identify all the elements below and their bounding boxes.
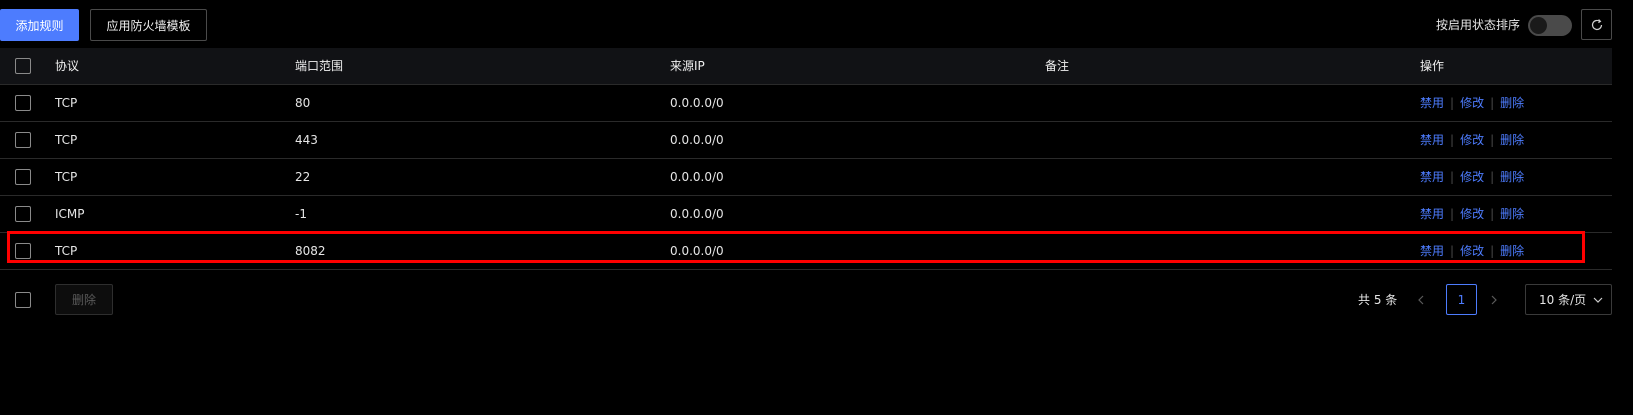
toolbar: 添加规则 应用防火墙模板 按启用状态排序	[0, 9, 1633, 41]
actions-cell: 禁用 | 修改 | 删除	[1420, 122, 1524, 158]
edit-link[interactable]: 修改	[1460, 244, 1484, 258]
header-remark: 备注	[1045, 59, 1070, 73]
header-protocol: 协议	[55, 59, 80, 73]
refresh-icon	[1591, 18, 1602, 30]
separator: |	[1450, 133, 1455, 147]
source-ip-cell: 0.0.0.0/0	[670, 207, 724, 221]
separator: |	[1490, 207, 1495, 221]
protocol-cell: TCP	[55, 244, 78, 258]
separator: |	[1490, 96, 1495, 110]
source-ip-cell: 0.0.0.0/0	[670, 244, 724, 258]
table-row: TCP 22 0.0.0.0/0 禁用 | 修改 | 删除	[0, 159, 1612, 196]
row-checkbox[interactable]	[15, 132, 31, 148]
row-checkbox[interactable]	[15, 206, 31, 222]
table-row: TCP 8082 0.0.0.0/0 禁用 | 修改 | 删除	[0, 233, 1612, 270]
protocol-cell: TCP	[55, 133, 78, 147]
separator: |	[1450, 244, 1455, 258]
port-cell: 8082	[295, 244, 326, 258]
edit-link[interactable]: 修改	[1460, 133, 1484, 147]
total-count: 共 5 条	[1358, 293, 1398, 307]
actions-cell: 禁用 | 修改 | 删除	[1420, 159, 1524, 195]
toggle-knob	[1530, 17, 1547, 34]
header-port-range: 端口范围	[295, 59, 344, 73]
page-size-value: 10 条/页	[1539, 293, 1587, 307]
actions-cell: 禁用 | 修改 | 删除	[1420, 85, 1524, 121]
add-rule-button[interactable]: 添加规则	[0, 9, 79, 41]
table-row: TCP 443 0.0.0.0/0 禁用 | 修改 | 删除	[0, 122, 1612, 159]
row-checkbox[interactable]	[15, 243, 31, 259]
disable-link[interactable]: 禁用	[1420, 96, 1444, 110]
footer-select-all-checkbox[interactable]	[15, 292, 31, 308]
bulk-delete-button[interactable]: 删除	[55, 284, 113, 315]
disable-link[interactable]: 禁用	[1420, 244, 1444, 258]
page-size-select[interactable]: 10 条/页	[1525, 284, 1612, 315]
edit-link[interactable]: 修改	[1460, 170, 1484, 184]
port-cell: 22	[295, 170, 311, 184]
sort-by-status-label: 按启用状态排序	[1436, 18, 1521, 32]
rules-table: 协议 端口范围 来源IP 备注 操作 TCP 80 0.0.0.0/0 禁用 | 修…	[0, 48, 1612, 270]
separator: |	[1450, 96, 1455, 110]
edit-link[interactable]: 修改	[1460, 207, 1484, 221]
select-all-checkbox[interactable]	[15, 58, 31, 74]
row-checkbox[interactable]	[15, 169, 31, 185]
firewall-rules-page: 添加规则 应用防火墙模板 按启用状态排序 协议 端口范围 来源IP 备注 操作 …	[0, 0, 1633, 415]
source-ip-cell: 0.0.0.0/0	[670, 96, 724, 110]
actions-cell: 禁用 | 修改 | 删除	[1420, 233, 1524, 269]
actions-cell: 禁用 | 修改 | 删除	[1420, 196, 1524, 232]
apply-template-button[interactable]: 应用防火墙模板	[90, 9, 207, 41]
sort-by-status-toggle[interactable]	[1528, 15, 1572, 36]
row-checkbox[interactable]	[15, 95, 31, 111]
table-row: ICMP -1 0.0.0.0/0 禁用 | 修改 | 删除	[0, 196, 1612, 233]
protocol-cell: ICMP	[55, 207, 85, 221]
port-cell: 80	[295, 96, 311, 110]
separator: |	[1450, 170, 1455, 184]
prev-page-button[interactable]	[1411, 284, 1431, 316]
refresh-button[interactable]	[1581, 9, 1612, 40]
chevron-left-icon	[1418, 295, 1424, 305]
page-number-current[interactable]: 1	[1446, 284, 1477, 315]
delete-link[interactable]: 删除	[1500, 170, 1524, 184]
disable-link[interactable]: 禁用	[1420, 170, 1444, 184]
separator: |	[1490, 133, 1495, 147]
header-source-ip: 来源IP	[670, 59, 705, 73]
separator: |	[1450, 207, 1455, 221]
protocol-cell: TCP	[55, 96, 78, 110]
header-actions: 操作	[1420, 59, 1445, 73]
port-cell: -1	[295, 207, 307, 221]
separator: |	[1490, 244, 1495, 258]
source-ip-cell: 0.0.0.0/0	[670, 170, 724, 184]
table-row: TCP 80 0.0.0.0/0 禁用 | 修改 | 删除	[0, 85, 1612, 122]
port-cell: 443	[295, 133, 318, 147]
delete-link[interactable]: 删除	[1500, 244, 1524, 258]
next-page-button[interactable]	[1484, 284, 1504, 316]
delete-link[interactable]: 删除	[1500, 133, 1524, 147]
disable-link[interactable]: 禁用	[1420, 207, 1444, 221]
chevron-down-icon	[1593, 297, 1603, 303]
separator: |	[1490, 170, 1495, 184]
edit-link[interactable]: 修改	[1460, 96, 1484, 110]
chevron-right-icon	[1491, 295, 1497, 305]
table-header: 协议 端口范围 来源IP 备注 操作	[0, 48, 1612, 85]
delete-link[interactable]: 删除	[1500, 96, 1524, 110]
protocol-cell: TCP	[55, 170, 78, 184]
source-ip-cell: 0.0.0.0/0	[670, 133, 724, 147]
table-footer: 删除 共 5 条 1 10 条/页	[0, 284, 1633, 316]
disable-link[interactable]: 禁用	[1420, 133, 1444, 147]
delete-link[interactable]: 删除	[1500, 207, 1524, 221]
